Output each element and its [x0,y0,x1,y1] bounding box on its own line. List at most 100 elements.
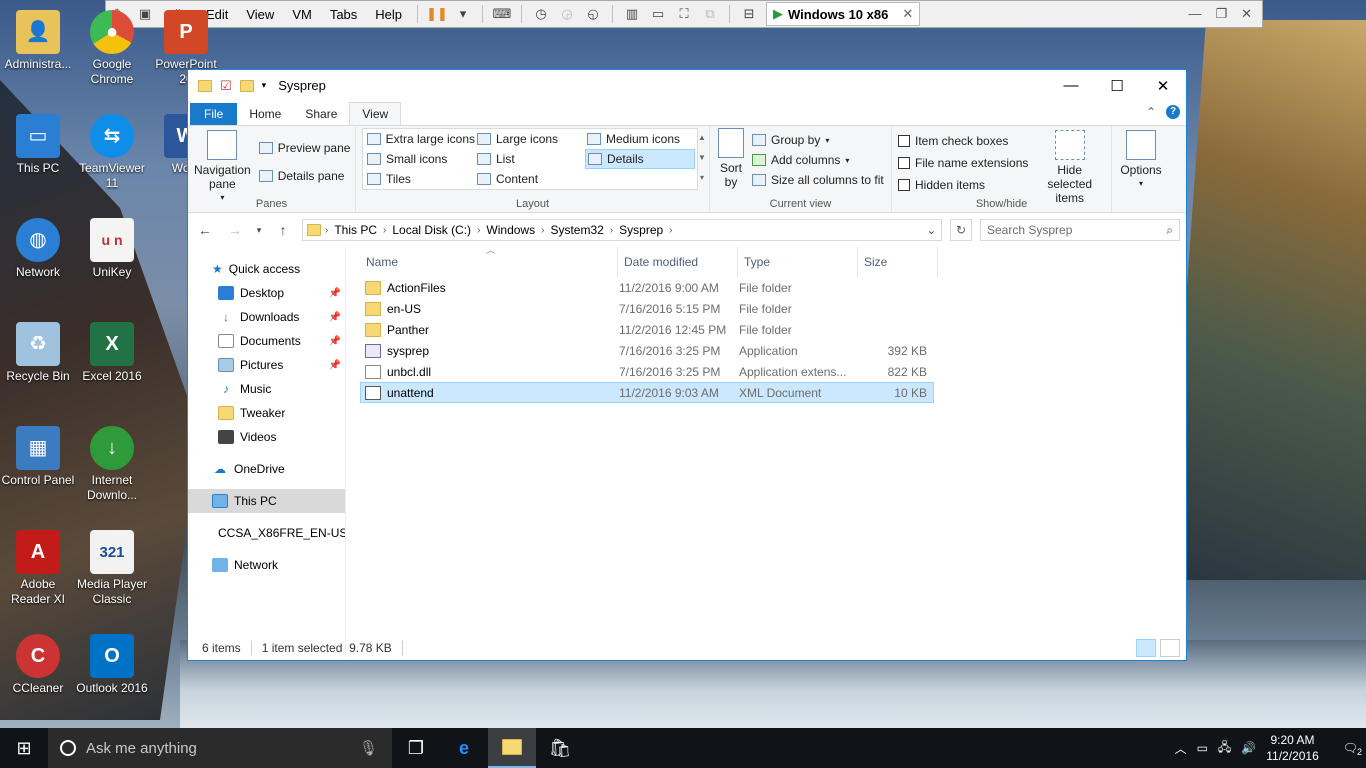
desktop-icon-outlook[interactable]: O Outlook 2016 [74,634,150,696]
vm-menu-tabs[interactable]: Tabs [321,7,366,22]
desktop-icon-control-panel[interactable]: ▦ Control Panel [0,426,76,488]
add-columns-button[interactable]: Add columns ▾ [752,150,884,170]
layout-list[interactable]: List [475,149,585,169]
layout-content[interactable]: Content [475,169,585,189]
nav-dvd-drive[interactable]: CCSA_X86FRE_EN-US [188,521,345,545]
file-row[interactable]: sysprep 7/16/2016 3:25 PM Application 39… [360,340,934,361]
sidebar-toggle-icon[interactable]: ▥ [621,3,643,25]
windows-start-icon[interactable]: ⊞ [0,728,48,768]
store-icon[interactable]: 🛍 [536,728,584,768]
nav-onedrive[interactable]: ☁ OneDrive [188,457,345,481]
revert-snapshot-icon[interactable]: ◶ [556,3,578,25]
tab-share[interactable]: Share [293,103,349,125]
tab-file[interactable]: File [190,103,238,125]
close-tab-icon[interactable]: ✕ [902,6,913,22]
nav-this-pc[interactable]: This PC [188,489,345,513]
address-dropdown-icon[interactable]: ⌄ [921,223,941,237]
desktop-icon-this-pc[interactable]: ▭ This PC [0,114,76,176]
breadcrumb-local-disk[interactable]: Local Disk (C:) [386,223,477,237]
layout-details[interactable]: Details [585,149,695,169]
group-by-button[interactable]: Group by ▾ [752,130,884,150]
microphone-icon[interactable]: 🎙 [359,739,378,757]
breadcrumb-this-pc[interactable]: This PC [328,223,383,237]
tab-home[interactable]: Home [237,103,293,125]
file-row-selected[interactable]: unattend 11/2/2016 9:03 AM XML Document … [360,382,934,403]
snapshot-icon[interactable]: ◷ [530,3,552,25]
layout-gallery-scroll[interactable]: ▲ ▼ ▾ [698,128,706,190]
desktop-icon-media-player[interactable]: 321 Media Player Classic [74,530,150,607]
desktop-icon-chrome[interactable]: ● Google Chrome [74,10,150,87]
customize-qa-icon[interactable]: ▾ [262,80,267,91]
console-view-icon[interactable]: ⊟ [738,3,760,25]
file-row[interactable]: Panther 11/2/2016 12:45 PM File folder [360,319,934,340]
nav-quick-access[interactable]: ★ Quick access [188,257,345,281]
layout-medium-icons[interactable]: Medium icons [585,129,695,149]
edge-icon[interactable]: e [440,728,488,768]
item-check-boxes-toggle[interactable]: Item check boxes [898,130,1028,152]
layout-tiles[interactable]: Tiles [365,169,475,189]
desktop-icon-unikey[interactable]: u n UniKey [74,218,150,280]
minimize-icon[interactable]: — [1188,6,1201,22]
file-row[interactable]: ActionFiles 11/2/2016 9:00 AM File folde… [360,277,934,298]
clock[interactable]: 9:20 AM 11/2/2016 [1266,732,1319,764]
address-bar[interactable]: › This PC › Local Disk (C:) › Windows › … [302,219,942,241]
breadcrumb-system32[interactable]: System32 [544,223,609,237]
unity-icon[interactable]: ⧉ [699,3,721,25]
refresh-icon[interactable]: ↻ [950,219,972,241]
search-input[interactable]: Search Sysprep ⌕ [980,219,1180,241]
back-arrow-icon[interactable]: ← [194,222,216,238]
close-button[interactable]: ✕ [1140,77,1186,95]
nav-tweaker[interactable]: Tweaker [188,401,345,425]
desktop-icon-internet-download[interactable]: ↓ Internet Downlo... [74,426,150,503]
properties-icon[interactable]: ☑ [220,78,232,94]
forward-arrow-icon[interactable]: → [224,222,246,238]
show-hidden-icons-icon[interactable]: ︿ [1175,740,1187,757]
details-pane-button[interactable]: Details pane [258,166,351,186]
maximize-button[interactable]: ☐ [1094,77,1140,95]
volume-icon[interactable]: 🔊 [1241,741,1256,755]
file-extensions-toggle[interactable]: File name extensions [898,152,1028,174]
collapse-ribbon-icon[interactable]: ⌃ [1146,105,1156,119]
nav-pictures[interactable]: Pictures 📌 [188,353,345,377]
desktop-icon-recycle-bin[interactable]: ♻ Recycle Bin [0,322,76,384]
new-folder-icon[interactable] [239,79,254,92]
layout-small-icons[interactable]: Small icons [365,149,475,169]
hidden-items-toggle[interactable]: Hidden items [898,174,1028,196]
file-row[interactable]: en-US 7/16/2016 5:15 PM File folder [360,298,934,319]
chevron-down-icon[interactable]: ▾ [452,3,474,25]
nav-downloads[interactable]: ↓ Downloads 📌 [188,305,345,329]
desktop-icon-administrator[interactable]: 👤 Administra... [0,10,76,72]
vm-tab[interactable]: ▶ Windows 10 x86 ✕ [766,2,921,26]
tab-view[interactable]: View [349,102,402,125]
up-arrow-icon[interactable]: ↑ [272,222,294,238]
thumbnail-icon[interactable]: ▭ [647,3,669,25]
nav-desktop[interactable]: Desktop 📌 [188,281,345,305]
nav-videos[interactable]: Videos [188,425,345,449]
column-type[interactable]: Type [738,247,858,277]
nav-music[interactable]: ♪ Music [188,377,345,401]
breadcrumb-sysprep[interactable]: Sysprep [613,223,669,237]
desktop-icon-teamviewer[interactable]: ⇆ TeamViewer 11 [74,114,150,191]
send-keys-icon[interactable]: ⌨ [491,3,513,25]
recent-locations-icon[interactable]: ▾ [254,225,264,236]
nav-network[interactable]: Network [188,553,345,577]
layout-extra-large-icons[interactable]: Extra large icons [365,129,475,149]
fullscreen-icon[interactable]: ⛶ [673,3,695,25]
cortana-search[interactable]: Ask me anything 🎙 [48,728,392,768]
minimize-button[interactable]: — [1048,77,1094,95]
options-button[interactable]: Options ▾ [1118,130,1164,191]
desktop-icon-excel[interactable]: X Excel 2016 [74,322,150,384]
large-icons-view-icon[interactable] [1160,639,1180,657]
vm-menu-view[interactable]: View [237,7,283,22]
network-tray-icon[interactable]: 🖧 [1218,738,1231,759]
file-explorer-icon[interactable] [488,728,536,768]
action-center-icon[interactable]: 🗨 2 [1343,741,1362,757]
desktop-icon-ccleaner[interactable]: C CCleaner [0,634,76,696]
restore-icon[interactable]: ❐ [1215,6,1227,22]
desktop-icon-adobe-reader[interactable]: A Adobe Reader XI [0,530,76,607]
pause-icon[interactable]: ❚❚ [426,3,448,25]
nav-documents[interactable]: Documents 📌 [188,329,345,353]
vm-menu-vm[interactable]: VM [283,7,321,22]
preview-pane-button[interactable]: Preview pane [258,138,350,158]
snapshot-manager-icon[interactable]: ◵ [582,3,604,25]
